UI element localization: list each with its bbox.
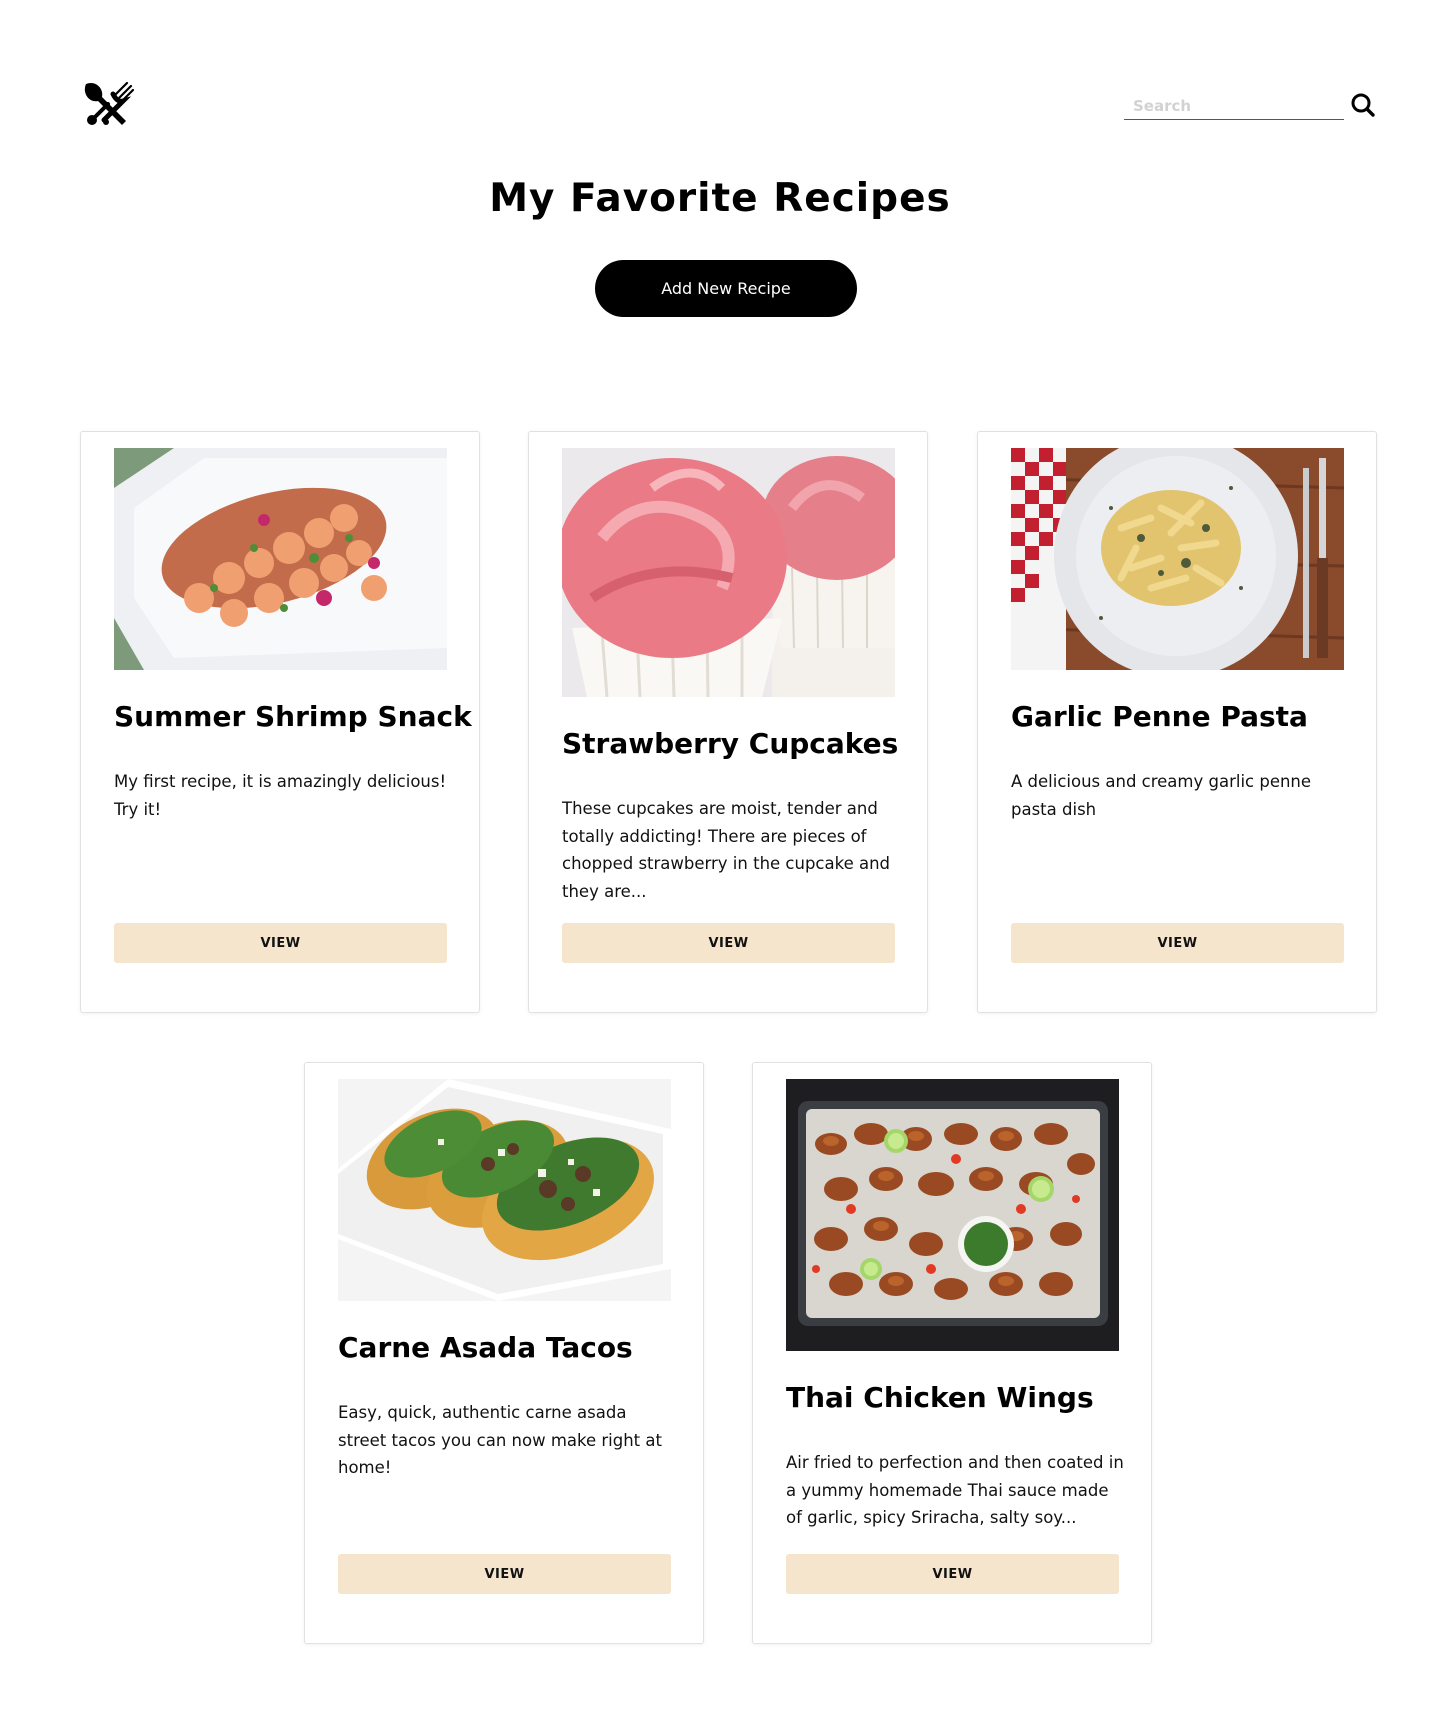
recipe-image-shrimp xyxy=(114,448,447,670)
view-recipe-button[interactable]: VIEW xyxy=(562,923,895,963)
recipe-description: Easy, quick, authentic carne asada stree… xyxy=(338,1403,662,1477)
recipe-title: Thai Chicken Wings xyxy=(786,1381,1094,1414)
search-button[interactable] xyxy=(1350,92,1376,118)
recipe-card: Garlic Penne Pasta A delicious and cream… xyxy=(977,431,1377,1013)
search-icon xyxy=(1351,93,1375,117)
view-recipe-button[interactable]: VIEW xyxy=(786,1554,1119,1594)
search-bar xyxy=(1124,92,1376,122)
view-recipe-button[interactable]: VIEW xyxy=(1011,923,1344,963)
view-recipe-button[interactable]: VIEW xyxy=(338,1554,671,1594)
recipe-description: Air fried to perfection and then coated … xyxy=(786,1453,1124,1527)
view-recipe-button[interactable]: VIEW xyxy=(114,923,447,963)
page-title: My Favorite Recipes xyxy=(489,176,951,221)
recipe-description: My first recipe, it is amazingly delicio… xyxy=(114,772,447,819)
recipe-title: Garlic Penne Pasta xyxy=(1011,700,1308,733)
recipe-title: Carne Asada Tacos xyxy=(338,1331,633,1364)
recipe-card: Carne Asada Tacos Easy, quick, authentic… xyxy=(304,1062,704,1644)
recipe-card: Summer Shrimp Snack My first recipe, it … xyxy=(80,431,480,1013)
recipe-card: Thai Chicken Wings Air fried to perfecti… xyxy=(752,1062,1152,1644)
recipe-image-wings xyxy=(786,1079,1119,1351)
recipe-image-tacos xyxy=(338,1079,671,1301)
recipe-image-cupcakes xyxy=(562,448,895,697)
recipe-image-pasta xyxy=(1011,448,1344,670)
recipe-description: A delicious and creamy garlic penne past… xyxy=(1011,772,1312,819)
recipe-card: Strawberry Cupcakes These cupcakes are m… xyxy=(528,431,928,1013)
recipe-title: Strawberry Cupcakes xyxy=(562,727,899,760)
recipe-description: These cupcakes are moist, tender and tot… xyxy=(562,799,891,901)
recipe-title: Summer Shrimp Snack xyxy=(114,700,472,733)
add-new-recipe-button[interactable]: Add New Recipe xyxy=(595,260,857,317)
utensils-crossed-icon xyxy=(84,81,135,125)
logo[interactable] xyxy=(80,80,135,126)
search-input[interactable] xyxy=(1124,92,1344,120)
